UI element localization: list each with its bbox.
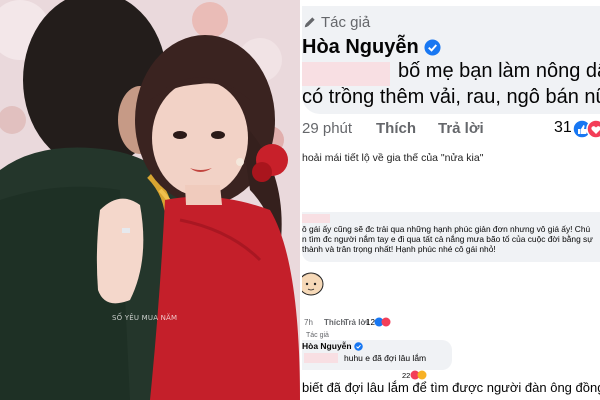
redacted-mention	[302, 62, 390, 86]
sticker-icon	[302, 272, 324, 296]
author-tag-label: Tác giả	[321, 14, 371, 31]
redacted-reply-mention	[304, 353, 338, 363]
comment-actions: 29 phút Thích Trả lời 31	[302, 119, 600, 140]
couple-illustration	[0, 0, 300, 400]
comment-screenshot-panel: Tác giả Hòa Nguyễn bố mẹ bạn làm nông dâ…	[302, 0, 600, 400]
zoomed-comment: Tác giả Hòa Nguyễn bố mẹ bạn làm nông dâ…	[302, 0, 600, 205]
article-caption: hoải mái tiết lộ về gia thế của "nửa kia…	[302, 152, 484, 164]
pen-icon	[304, 17, 315, 28]
fan-comment-text: ô gái ấy cũng sẽ đc trải qua những hạnh …	[302, 224, 593, 254]
fan-reactions-icon[interactable]	[374, 317, 392, 327]
author-name[interactable]: Hòa Nguyễn	[302, 36, 419, 59]
like-button[interactable]: Thích	[376, 120, 416, 137]
reply-text: huhu e đã đợi lâu lắm	[344, 353, 427, 363]
reply-author-tag: Tác giả	[306, 332, 329, 339]
fan-comment-line: n tìm đc người nắm tay e đi qua tất cả n…	[302, 234, 593, 244]
comment-text-line-1: bố mẹ bạn làm nông dân,	[398, 60, 600, 82]
like-heart-reactions-icon[interactable]	[572, 119, 600, 139]
comment-time[interactable]: 29 phút	[302, 120, 352, 137]
wedding-photo: SỐ YÊU MUA NĂM	[0, 0, 300, 400]
fan-comment-time[interactable]: 7h	[304, 318, 313, 327]
fan-like-button[interactable]: Thích	[324, 318, 345, 327]
reply-reactions-icon[interactable]	[410, 370, 428, 380]
fan-comment-line: thành và trân trọng nhất! Hạnh phúc nhé …	[302, 244, 496, 254]
reply-author-name[interactable]: Hòa Nguyễn	[302, 341, 352, 351]
author-reply: Tác giả Hòa Nguyễn huhu e đã đợi lâu lắm	[302, 332, 600, 372]
redacted-fan-name	[302, 214, 330, 223]
reply-author-row[interactable]: Hòa Nguyễn	[302, 341, 363, 351]
reaction-count: 31	[554, 119, 572, 136]
author-tag: Tác giả	[302, 14, 370, 31]
verified-badge-icon	[424, 39, 441, 56]
photo-watermark: SỐ YÊU MUA NĂM	[112, 314, 178, 322]
comment-thread: ô gái ấy cũng sẽ đc trải qua những hạnh …	[302, 212, 600, 400]
comment-text-line-2: có trồng thêm vải, rau, ngô bán nữa ạ	[302, 86, 600, 108]
reply-button[interactable]: Trả lời	[438, 120, 484, 137]
author-row[interactable]: Hòa Nguyễn	[302, 36, 441, 59]
reply-verified-icon	[353, 341, 363, 351]
bottom-comment-text: biết đã đợi lâu lắm để tìm được người đà…	[302, 380, 600, 395]
fan-comment-line: ô gái ấy cũng sẽ đc trải qua những hạnh …	[302, 224, 591, 234]
fan-reply-button[interactable]: Trả lời	[344, 318, 368, 327]
